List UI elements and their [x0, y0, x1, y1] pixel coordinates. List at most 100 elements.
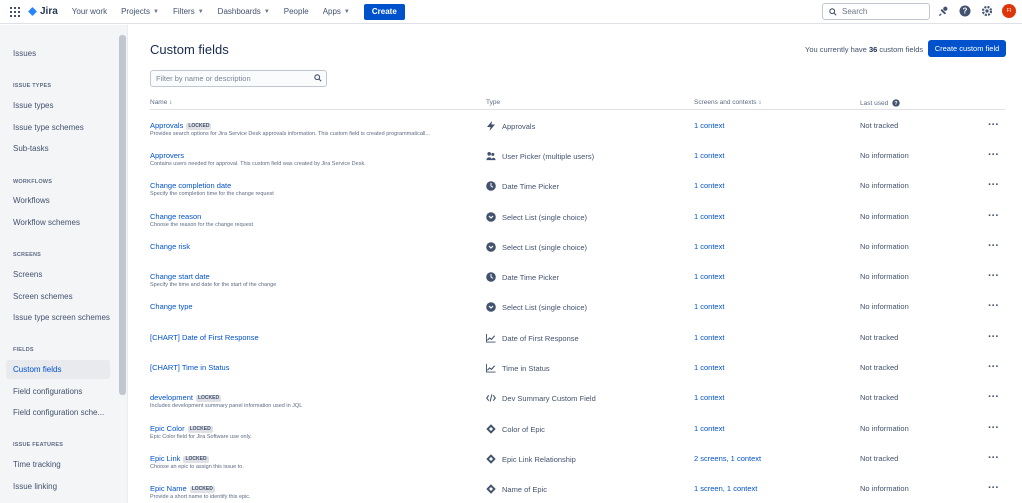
sidebar-section-screens: SCREENS	[13, 252, 41, 258]
sidebar-item-issue-type-schemes[interactable]: Issue type schemes	[13, 123, 84, 132]
field-name-link[interactable]: development LOCKED	[150, 393, 222, 402]
screens-contexts-link[interactable]: 1 context	[694, 333, 724, 342]
screens-contexts-link[interactable]: 1 context	[694, 424, 724, 433]
table-row: [CHART] Time in Status Time in Status 1 co…	[128, 361, 1022, 393]
more-actions-icon[interactable]: ···	[988, 149, 999, 161]
more-actions-icon[interactable]: ···	[988, 240, 999, 252]
screens-contexts-link[interactable]: 1 context	[694, 121, 724, 130]
table-row: Change start date Specify the time and da…	[128, 270, 1022, 302]
nav-projects[interactable]: Projects ▼	[121, 7, 159, 16]
field-name-link[interactable]: Change type	[150, 302, 193, 311]
field-name-link[interactable]: Epic Link LOCKED	[150, 454, 209, 463]
screens-contexts-link[interactable]: 2 screens, 1 context	[694, 454, 761, 463]
more-actions-icon[interactable]: ···	[988, 452, 999, 464]
more-actions-icon[interactable]: ···	[988, 391, 999, 403]
field-name-link[interactable]: Approvers	[150, 151, 184, 160]
locked-badge: LOCKED	[187, 426, 213, 433]
jira-logo[interactable]: Jira	[28, 6, 58, 17]
field-type-label: Date Time Picker	[502, 181, 560, 191]
field-type-label: Select List (single choice)	[502, 242, 588, 252]
screens-contexts-link[interactable]: 1 context	[694, 393, 724, 402]
svg-text:?: ?	[963, 7, 968, 16]
search-input[interactable]: Search	[822, 3, 930, 20]
field-name-link[interactable]: Epic Name LOCKED	[150, 484, 215, 493]
settings-gear-icon[interactable]	[980, 4, 994, 18]
screens-contexts-link[interactable]: 1 context	[694, 272, 724, 281]
nav-dashboards[interactable]: Dashboards ▼	[218, 7, 270, 16]
field-type-label: Approvals	[502, 121, 536, 131]
screens-contexts-link[interactable]: 1 screen, 1 context	[694, 484, 757, 493]
column-header-name[interactable]: Name ↕	[150, 99, 172, 106]
field-name-link[interactable]: Change risk	[150, 242, 190, 251]
sidebar-item-custom-fields[interactable]: Custom fields	[13, 365, 61, 374]
last-used-value: No information	[860, 212, 909, 221]
search-placeholder: Search	[842, 7, 868, 16]
field-type: Approvals	[486, 121, 535, 131]
screens-contexts-link[interactable]: 1 context	[694, 242, 724, 251]
more-actions-icon[interactable]: ···	[988, 300, 999, 312]
app-switcher-icon[interactable]	[10, 6, 20, 17]
users-icon	[486, 151, 496, 161]
table-row: Epic Link LOCKED Choose an epic to assign …	[128, 452, 1022, 484]
sort-icon: ↕	[169, 99, 173, 106]
sidebar-item-issue-type-screen-schemes[interactable]: Issue type screen schemes	[13, 313, 110, 322]
create-button[interactable]: Create	[363, 3, 405, 20]
field-name-link[interactable]: [CHART] Date of First Response	[150, 333, 259, 342]
top-icons: ? FI	[936, 4, 1016, 18]
create-custom-field-button[interactable]: Create custom field	[928, 40, 1006, 57]
last-used-value: No information	[860, 181, 909, 190]
nav-apps[interactable]: Apps ▼	[323, 7, 350, 16]
sidebar-item-issue-linking[interactable]: Issue linking	[13, 482, 57, 491]
more-actions-icon[interactable]: ···	[988, 361, 999, 373]
sidebar-item-screen-schemes[interactable]: Screen schemes	[13, 292, 73, 301]
sidebar-item-workflows[interactable]: Workflows	[13, 196, 50, 205]
help-icon[interactable]: ?	[958, 4, 972, 18]
info-icon[interactable]: ?	[892, 99, 900, 107]
sidebar-item-workflow-schemes[interactable]: Workflow schemes	[13, 218, 80, 227]
filter-input[interactable]: Filter by name or description	[150, 70, 327, 87]
code-icon	[486, 393, 496, 403]
column-header-type: Type	[486, 99, 501, 106]
more-actions-icon[interactable]: ···	[988, 422, 999, 434]
notifications-icon[interactable]	[936, 4, 950, 18]
field-name-link[interactable]: Approvals LOCKED	[150, 121, 212, 130]
more-actions-icon[interactable]: ···	[988, 270, 999, 282]
table-row: Change risk Select List (single choice) 1 …	[128, 240, 1022, 272]
avatar[interactable]: FI	[1002, 4, 1016, 18]
screens-contexts-link[interactable]: 1 context	[694, 212, 724, 221]
sidebar-item-sub-tasks[interactable]: Sub-tasks	[13, 144, 49, 153]
sidebar-item-issue-types[interactable]: Issue types	[13, 101, 53, 110]
sidebar-item-field-configurations[interactable]: Field configurations	[13, 387, 82, 396]
field-name-link[interactable]: Change reason	[150, 212, 201, 221]
nav-filters[interactable]: Filters ▼	[173, 7, 204, 16]
sidebar-item-screens[interactable]: Screens	[13, 270, 42, 279]
more-actions-icon[interactable]: ···	[988, 119, 999, 131]
search-icon	[829, 7, 837, 16]
last-used-value: No information	[860, 272, 909, 281]
screens-contexts-link[interactable]: 1 context	[694, 363, 724, 372]
last-used-value: Not tracked	[860, 333, 899, 342]
nav-your-work[interactable]: Your work	[72, 7, 107, 16]
more-actions-icon[interactable]: ···	[988, 482, 999, 494]
field-name-link[interactable]: Epic Color LOCKED	[150, 424, 213, 433]
field-type: Date of First Response	[486, 333, 579, 343]
column-header-last-used: Last used?	[860, 99, 900, 107]
sidebar-item-field-configuration-schemes[interactable]: Field configuration sche...	[13, 408, 104, 417]
sidebar-item-time-tracking[interactable]: Time tracking	[13, 460, 61, 469]
more-actions-icon[interactable]: ···	[988, 331, 999, 343]
screens-contexts-link[interactable]: 1 context	[694, 302, 724, 311]
field-type: Name of Epic	[486, 484, 547, 494]
sidebar: Issues ISSUE TYPES Issue types Issue typ…	[0, 25, 128, 503]
screens-contexts-link[interactable]: 1 context	[694, 151, 724, 160]
column-header-screens[interactable]: Screens and contexts ↕	[694, 99, 762, 106]
sidebar-scrollbar[interactable]	[119, 35, 126, 395]
more-actions-icon[interactable]: ···	[988, 179, 999, 191]
more-actions-icon[interactable]: ···	[988, 210, 999, 222]
field-name-link[interactable]: Change completion date	[150, 181, 231, 190]
nav-people[interactable]: People	[284, 7, 309, 16]
field-type: Time in Status	[486, 363, 550, 373]
field-type: Color of Epic	[486, 424, 545, 434]
field-name-link[interactable]: Change start date	[150, 272, 210, 281]
field-name-link[interactable]: [CHART] Time in Status	[150, 363, 229, 372]
screens-contexts-link[interactable]: 1 context	[694, 181, 724, 190]
